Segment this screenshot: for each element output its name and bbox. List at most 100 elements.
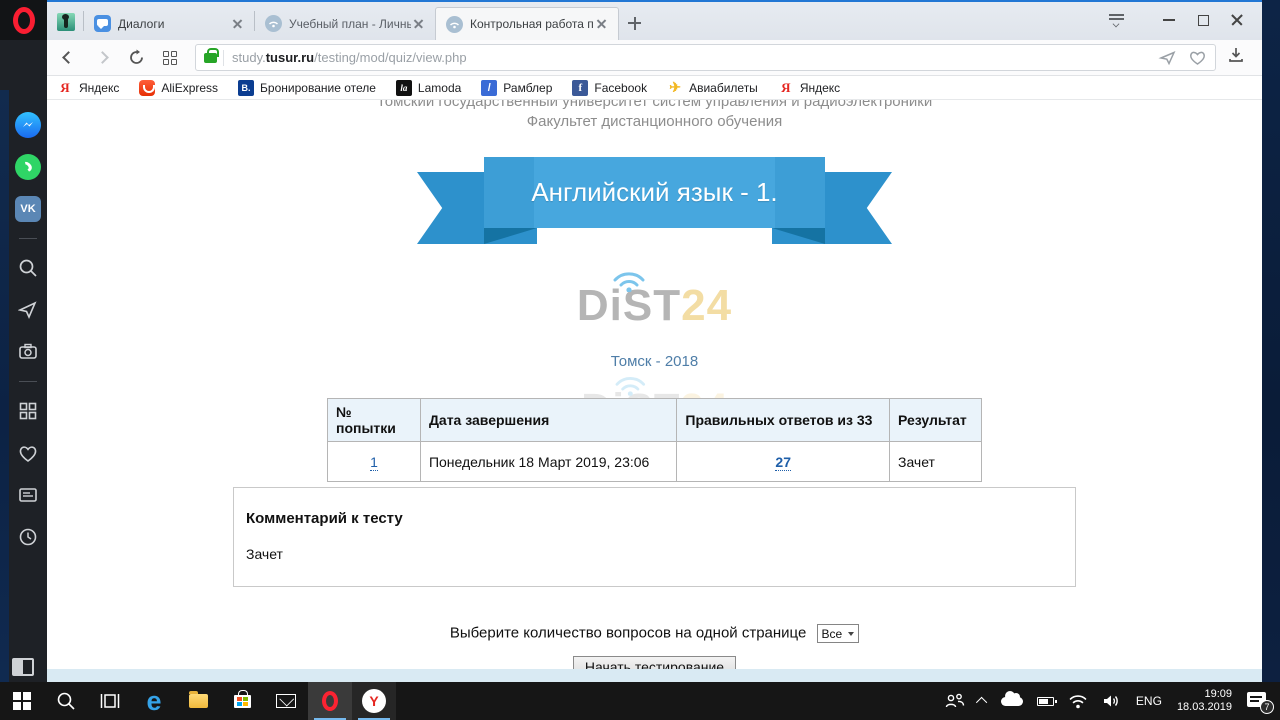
sidebar-divider — [19, 381, 37, 382]
per-page-value: Все — [822, 627, 843, 641]
url-actions — [1158, 49, 1207, 67]
file-explorer-icon[interactable] — [176, 682, 220, 720]
url-separator — [223, 50, 224, 66]
per-page-select[interactable]: Все — [817, 624, 860, 643]
university-name: Томский государственный университет сист… — [47, 100, 1262, 110]
ribbon-band: Английский язык - 1. — [484, 157, 825, 228]
booking-icon: B. — [238, 80, 254, 96]
time: 19:09 — [1177, 688, 1232, 701]
tab-close-icon[interactable] — [411, 16, 427, 32]
correct-answers-link[interactable]: 27 — [775, 454, 791, 471]
plane-icon: ✈ — [667, 80, 683, 96]
minimize-button[interactable] — [1152, 7, 1186, 33]
facebook-icon: f — [572, 80, 588, 96]
desktop-edge-strip — [0, 90, 9, 682]
bookmark-yandex[interactable]: Я Яндекс — [57, 76, 119, 100]
whatsapp-icon[interactable] — [13, 152, 43, 182]
taskbar-yandex-browser-icon[interactable]: Y — [352, 682, 396, 720]
onedrive-cloud-icon[interactable] — [994, 682, 1030, 720]
rambler-icon: / — [481, 80, 497, 96]
edge-icon[interactable]: e — [132, 682, 176, 720]
bookmarks-bar: ЯЯндекс AliExpress B.Бронирование отеле … — [47, 76, 1262, 100]
messenger-icon[interactable] — [13, 110, 43, 140]
tray-expand-icon[interactable] — [972, 682, 994, 720]
page-content: Томский государственный университет сист… — [47, 100, 1262, 682]
history-clock-icon[interactable] — [13, 522, 43, 552]
table-row: 1 Понедельник 18 Март 2019, 23:06 27 Зач… — [328, 442, 982, 482]
clock[interactable]: 19:09 18.03.2019 — [1169, 688, 1240, 714]
bookmark-yandex-2[interactable]: ЯЯндекс — [778, 76, 840, 100]
tab-dialogs[interactable]: Диалоги — [84, 7, 254, 40]
opera-menu-button[interactable] — [0, 0, 47, 40]
tab-quiz-active[interactable]: Контрольная работа по д — [435, 7, 619, 40]
battery-icon[interactable] — [1030, 682, 1061, 720]
course-ribbon: Английский язык - 1. — [417, 157, 892, 245]
bookmarks-heart-icon[interactable] — [13, 438, 43, 468]
close-button[interactable] — [1220, 7, 1254, 33]
task-view-icon[interactable] — [88, 682, 132, 720]
search-panel-icon[interactable] — [13, 253, 43, 283]
tab-bar: Диалоги Учебный план - Личный Контрольна… — [47, 0, 1262, 40]
bookmark-heart-icon[interactable] — [1188, 49, 1207, 66]
bookmark-label: Рамблер — [503, 81, 552, 95]
reload-button[interactable] — [123, 45, 149, 71]
back-button[interactable] — [55, 45, 81, 71]
lamoda-icon: la — [396, 80, 412, 96]
bookmark-avia[interactable]: ✈Авиабилеты — [667, 76, 758, 100]
bookmark-label: Яндекс — [79, 81, 119, 95]
url-text: study.tusur.ru/testing/mod/quiz/view.php — [232, 50, 467, 65]
speed-dial-grid-icon[interactable] — [157, 45, 183, 71]
taskbar-search-icon[interactable] — [44, 682, 88, 720]
sidebar-panel-toggle-icon[interactable] — [12, 658, 34, 676]
attempt-result: Зачет — [890, 442, 982, 482]
chat-favicon — [94, 15, 111, 32]
tab-menu-icon[interactable] — [1104, 9, 1130, 31]
bookmark-facebook[interactable]: f Facebook — [572, 76, 647, 100]
downloads-icon[interactable] — [1226, 45, 1252, 71]
bookmark-label: Facebook — [594, 81, 647, 95]
speed-dial-icon[interactable] — [13, 396, 43, 426]
pinned-tab[interactable] — [57, 13, 75, 31]
bookmark-booking[interactable]: B.Бронирование отеле — [238, 76, 376, 100]
secure-lock-icon[interactable] — [204, 53, 217, 63]
action-center-icon[interactable]: 7 — [1240, 682, 1276, 720]
tab-study-plan[interactable]: Учебный план - Личный — [255, 7, 435, 40]
wifi-icon — [607, 262, 651, 292]
yandex-icon: Я — [778, 80, 794, 96]
bookmark-label: AliExpress — [161, 81, 218, 95]
bookmark-rambler[interactable]: / Рамблер — [481, 76, 552, 100]
vk-icon[interactable]: VK — [13, 194, 43, 224]
table-header-row: № попытки Дата завершения Правильных отв… — [328, 399, 982, 442]
tab-close-icon[interactable] — [230, 16, 246, 32]
personal-news-icon[interactable] — [13, 480, 43, 510]
my-flow-icon[interactable] — [13, 295, 43, 325]
start-button[interactable] — [0, 682, 44, 720]
url-field[interactable]: study.tusur.ru/testing/mod/quiz/view.php — [195, 44, 1216, 71]
taskbar-opera-icon[interactable] — [308, 682, 352, 720]
people-icon[interactable] — [938, 682, 972, 720]
screen: VK — [0, 0, 1280, 720]
send-to-flow-icon[interactable] — [1158, 49, 1178, 67]
microsoft-store-icon[interactable] — [220, 682, 264, 720]
yandex-icon: Я — [57, 80, 73, 96]
language-indicator[interactable]: ENG — [1129, 682, 1169, 720]
wifi-tray-icon[interactable] — [1061, 682, 1095, 720]
mail-icon[interactable] — [264, 682, 308, 720]
sidebar-divider — [19, 238, 37, 239]
attempt-link[interactable]: 1 — [370, 454, 378, 471]
maximize-button[interactable] — [1186, 7, 1220, 33]
tab-close-icon[interactable] — [594, 16, 610, 32]
logo-text-gold: 24 — [681, 281, 732, 330]
volume-icon[interactable] — [1095, 682, 1129, 720]
window-controls — [1104, 0, 1262, 40]
dist-favicon — [446, 16, 463, 33]
opera-sidebar: VK — [0, 0, 47, 682]
new-tab-button[interactable] — [619, 7, 649, 40]
course-title: Английский язык - 1. — [531, 177, 777, 208]
address-bar: study.tusur.ru/testing/mod/quiz/view.php — [47, 40, 1262, 76]
forward-button[interactable] — [89, 45, 115, 71]
bookmark-aliexpress[interactable]: AliExpress — [139, 76, 218, 100]
snapshot-camera-icon[interactable] — [13, 337, 43, 367]
sidebar-icons: VK — [9, 100, 47, 682]
bookmark-lamoda[interactable]: laLamoda — [396, 76, 461, 100]
